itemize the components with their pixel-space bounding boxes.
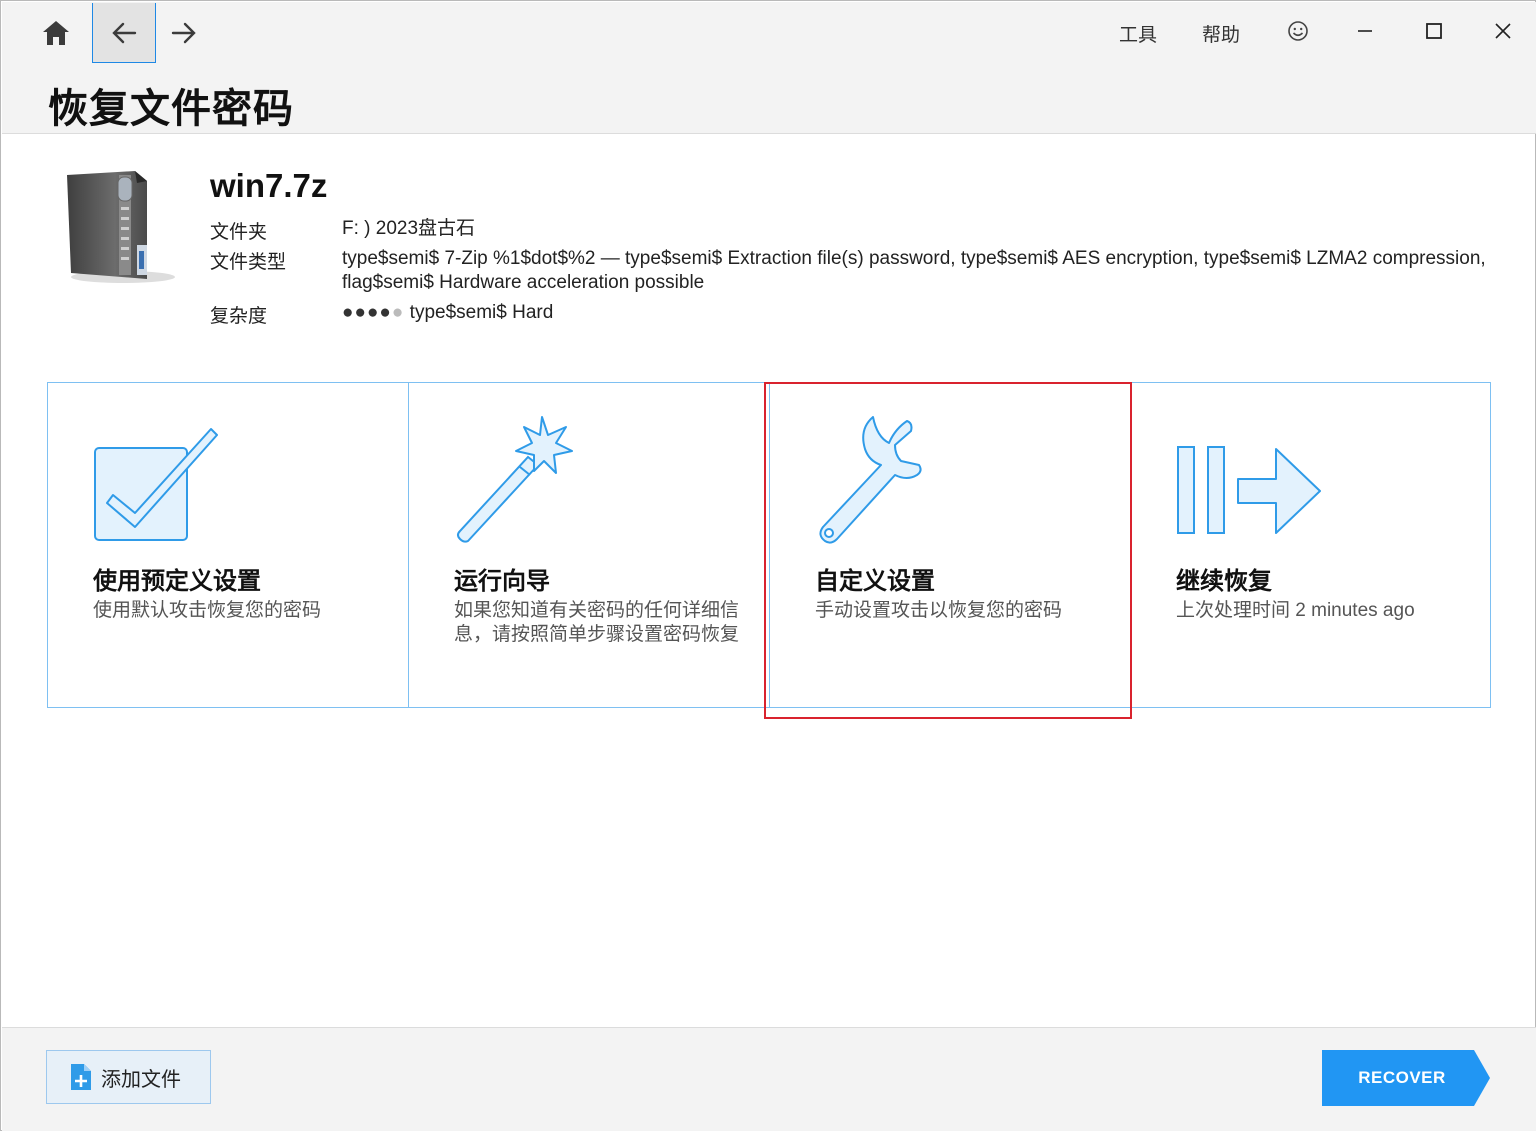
home-icon (43, 21, 69, 45)
menu-tools[interactable]: 工具 (1119, 20, 1157, 47)
file-type-value: type$semi$ 7-Zip %1$dot$%2 — type$semi$ … (342, 248, 1486, 293)
folder-label: 文件夹 (210, 222, 268, 243)
feedback-button[interactable] (1283, 16, 1313, 46)
wrench-icon (819, 416, 922, 544)
checkbox-icon (94, 428, 218, 541)
option-resume[interactable]: 继续恢复 上次处理时间 2 minutes ago (1131, 383, 1490, 707)
option-desc: 使用默认攻击恢复您的密码 (93, 600, 322, 621)
arrow-right-icon (171, 22, 196, 44)
recover-label: RECOVER (1358, 1068, 1446, 1087)
option-wizard[interactable]: 运行向导 如果您知道有关密码的任何详细信息，请按照简单步骤设置密码恢复 (409, 383, 770, 707)
minimize-button[interactable] (1350, 16, 1380, 46)
magic-wand-icon (457, 416, 573, 543)
option-title: 运行向导 (454, 568, 550, 595)
complexity-dots: ●●●●● (342, 302, 405, 323)
resume-icon (1177, 446, 1321, 534)
recovery-options-panel: 使用预定义设置 使用默认攻击恢复您的密码 运行向导 如果您知道有关密码的任何详细… (47, 382, 1491, 708)
maximize-button[interactable] (1419, 16, 1449, 46)
file-name: win7.7z (210, 167, 328, 204)
option-title: 使用预定义设置 (93, 568, 261, 595)
maximize-icon (1426, 23, 1442, 39)
add-file-icon (71, 1064, 91, 1090)
option-desc: 手动设置攻击以恢复您的密码 (815, 600, 1063, 621)
option-custom[interactable]: 自定义设置 手动设置攻击以恢复您的密码 (770, 383, 1131, 707)
option-desc: 上次处理时间 2 minutes ago (1176, 600, 1415, 621)
option-predefined[interactable]: 使用预定义设置 使用默认攻击恢复您的密码 (48, 383, 409, 707)
add-file-label: 添加文件 (101, 1068, 181, 1091)
add-file-button[interactable]: 添加文件 (46, 1050, 211, 1104)
smiley-icon (1288, 21, 1308, 41)
app-window: 恢复文件密码 工具 帮助 win7.7z 文件夹 F:) 2023盘古石 文件… (0, 0, 1536, 1131)
page-title: 恢复文件密码 (48, 87, 294, 131)
arrow-left-icon (112, 22, 137, 43)
minimize-icon (1358, 30, 1372, 32)
complexity-value: ●●●●● type$semi$ Hard (342, 302, 554, 323)
recover-button[interactable]: RECOVER (1322, 1050, 1490, 1106)
home-button[interactable] (24, 3, 88, 63)
close-icon (1495, 23, 1511, 39)
option-title: 自定义设置 (815, 568, 935, 595)
option-title: 继续恢复 (1176, 568, 1272, 595)
menu-help[interactable]: 帮助 (1202, 20, 1240, 47)
folder-value: F: ) 2023盘古石 (342, 218, 476, 239)
archive-file-icon (67, 171, 175, 283)
complexity-label: 复杂度 (210, 306, 268, 327)
footer-bar: 添加文件 RECOVER (2, 1027, 1536, 1131)
back-button[interactable] (92, 3, 156, 63)
option-desc: 如果您知道有关密码的任何详细信息，请按照简单步骤设置密码恢复 (454, 600, 740, 645)
file-type-label: 文件类型 (210, 252, 287, 273)
forward-button[interactable] (152, 3, 216, 63)
close-button[interactable] (1488, 16, 1518, 46)
header-bar: 恢复文件密码 工具 帮助 (2, 2, 1536, 134)
